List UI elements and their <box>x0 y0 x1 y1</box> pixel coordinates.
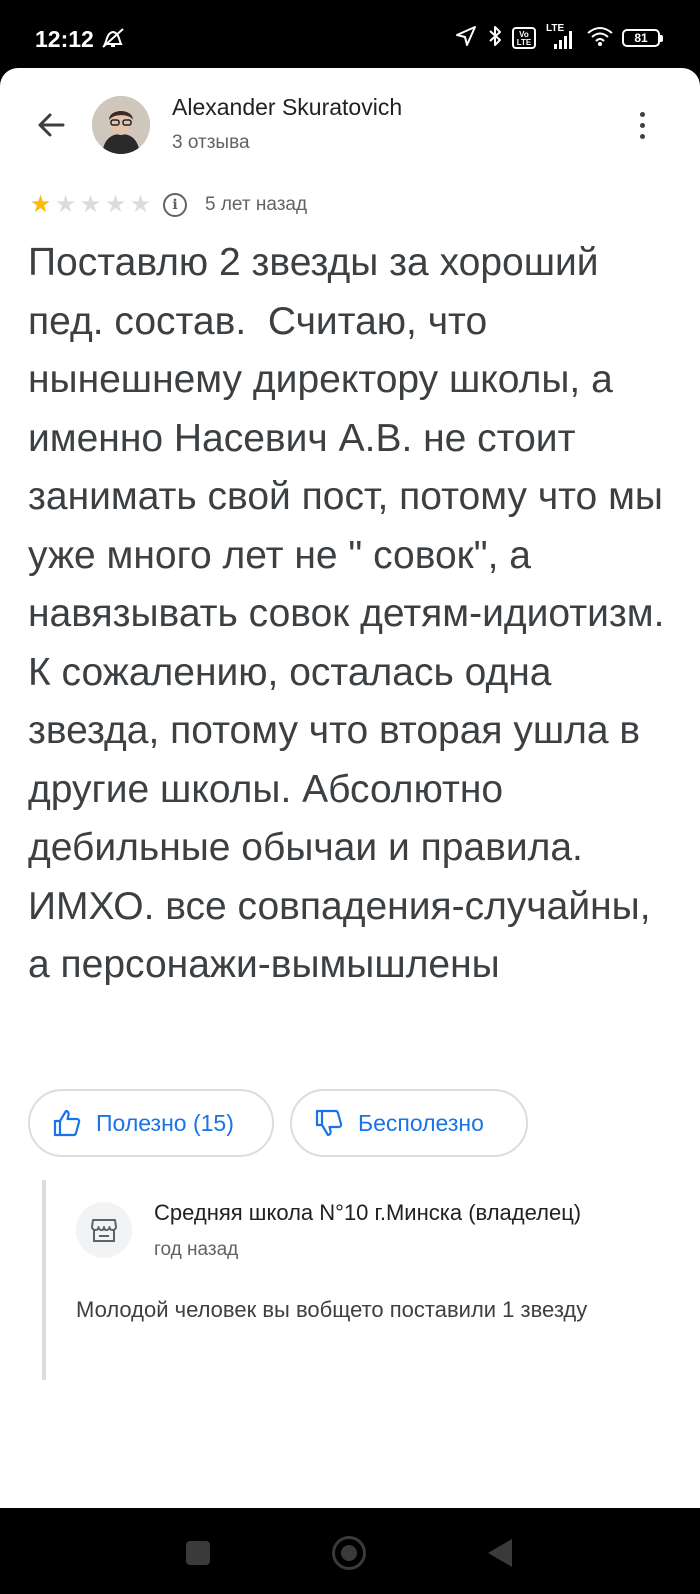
status-time: 12:12 <box>35 26 94 52</box>
arrow-left-icon <box>38 113 65 137</box>
owner-reply-text: Молодой человек вы вобщето поставили 1 з… <box>76 1297 588 1322</box>
owner-reply-date: год назад <box>154 1239 239 1260</box>
star-icon-empty: ★ <box>104 191 127 218</box>
thumb-down-icon <box>315 1109 343 1137</box>
star-icon-empty: ★ <box>54 191 77 218</box>
nav-back-button[interactable] <box>488 1539 512 1567</box>
owner-reply: Средняя школа N°10 г.Минска (владелец) г… <box>42 1180 666 1380</box>
bluetooth-icon <box>486 24 504 53</box>
location-icon <box>454 24 478 53</box>
owner-name: Средняя школа N°10 г.Минска (владелец) <box>154 1200 582 1225</box>
back-button[interactable] <box>32 106 70 144</box>
info-icon[interactable]: i <box>163 193 187 217</box>
review-text: Поставлю 2 звезды за хороший пед. состав… <box>28 241 676 986</box>
star-icon-empty: ★ <box>129 191 152 218</box>
unhelpful-button[interactable]: Бесполезно <box>290 1089 528 1157</box>
feedback-row: Полезно (15) Бесполезно <box>28 1089 528 1157</box>
recents-button[interactable] <box>186 1541 210 1565</box>
battery-icon: 81 <box>622 29 663 47</box>
wifi-icon <box>586 25 614 52</box>
helpful-button[interactable]: Полезно (15) <box>28 1089 274 1157</box>
author-name[interactable]: Alexander Skuratovich <box>172 94 402 121</box>
unhelpful-label: Бесполезно <box>358 1109 484 1136</box>
status-icons: Vo LTE LTE 81 <box>454 23 663 53</box>
home-icon <box>341 1545 357 1561</box>
alarm-off-icon <box>100 27 126 54</box>
store-icon <box>76 1202 132 1258</box>
star-icon-filled: ★ <box>29 191 52 218</box>
rating-row: ★ ★ ★ ★ ★ i 5 лет назад <box>28 190 307 220</box>
battery-level: 81 <box>634 31 648 45</box>
navigation-bar <box>0 1508 700 1594</box>
thumb-up-icon <box>53 1109 81 1137</box>
avatar[interactable] <box>92 96 150 154</box>
review-date: 5 лет назад <box>205 194 308 215</box>
author-review-count: 3 отзыва <box>172 132 250 153</box>
star-icon-empty: ★ <box>79 191 102 218</box>
review-card: Alexander Skuratovich 3 отзыва ★ ★ ★ ★ ★… <box>0 68 700 1508</box>
status-bar: 12:12 Vo LTE LTE 81 <box>0 0 700 68</box>
home-button[interactable] <box>332 1536 366 1570</box>
more-options-button[interactable] <box>628 106 656 144</box>
signal-icon: LTE <box>544 23 578 51</box>
volte-icon: Vo LTE <box>512 27 536 49</box>
helpful-label: Полезно (15) <box>96 1109 234 1136</box>
more-vert-icon <box>639 111 645 117</box>
